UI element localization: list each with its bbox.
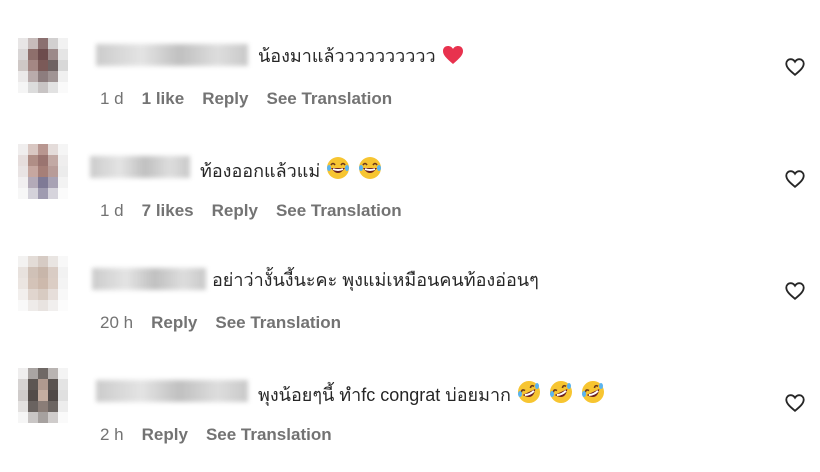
- avatar[interactable]: [18, 38, 68, 104]
- username-blurred[interactable]: [92, 268, 206, 290]
- like-heart-icon[interactable]: [784, 280, 806, 302]
- comment-item: ท้องออกแล้วแม่ 1 d 7 likes Reply See Transl…: [0, 136, 820, 248]
- laughing-face-emoji-icon: [326, 156, 350, 186]
- timestamp: 2 h: [100, 425, 124, 444]
- comment-text: อย่าว่างั้นงี้นะคะ พุงแม่เหมือนคนท้องอ่อ…: [212, 270, 539, 290]
- rolling-laughing-face-emoji-icon: [581, 380, 605, 410]
- comment-text: ท้องออกแล้วแม่: [200, 156, 382, 186]
- see-translation-button[interactable]: See Translation: [276, 200, 402, 222]
- timestamp: 1 d: [100, 89, 124, 108]
- see-translation-button[interactable]: See Translation: [266, 88, 392, 110]
- see-translation-button[interactable]: See Translation: [215, 312, 341, 334]
- comment-meta: 1 d 1 like Reply See Translation: [100, 88, 410, 110]
- like-heart-icon[interactable]: [784, 392, 806, 414]
- reply-button[interactable]: Reply: [202, 88, 248, 110]
- likes-count[interactable]: 1 like: [142, 88, 185, 110]
- comment-text: พุงน้อยๆนี้ ทำfc congrat บ่อยมาก: [258, 380, 605, 410]
- reply-button[interactable]: Reply: [142, 424, 188, 446]
- laughing-face-emoji-icon: [358, 156, 382, 186]
- like-heart-icon[interactable]: [784, 168, 806, 190]
- comment-meta: 1 d 7 likes Reply See Translation: [100, 200, 420, 222]
- comment-item: พุงน้อยๆนี้ ทำfc congrat บ่อยมาก 2 h Repl…: [0, 360, 820, 472]
- username-blurred[interactable]: [96, 44, 248, 66]
- username-blurred[interactable]: [90, 156, 190, 178]
- avatar[interactable]: [18, 144, 68, 210]
- red-heart-emoji-icon: [442, 45, 464, 71]
- likes-count[interactable]: 7 likes: [142, 200, 194, 222]
- avatar[interactable]: [18, 256, 68, 322]
- avatar[interactable]: [18, 368, 68, 434]
- timestamp: 20 h: [100, 313, 134, 332]
- comment-item: อย่าว่างั้นงี้นะคะ พุงแม่เหมือนคนท้องอ่อ…: [0, 248, 820, 360]
- reply-button[interactable]: Reply: [151, 312, 197, 334]
- comment-item: น้องมาแล้วววววววววว 1 d 1 like Reply See Tr…: [0, 24, 820, 136]
- like-heart-icon[interactable]: [784, 56, 806, 78]
- reply-button[interactable]: Reply: [212, 200, 258, 222]
- comment-meta: 20 h Reply See Translation: [100, 312, 359, 334]
- comment-meta: 2 h Reply See Translation: [100, 424, 350, 446]
- timestamp: 1 d: [100, 201, 124, 220]
- comment-text: น้องมาแล้วววววววววว: [258, 44, 464, 71]
- rolling-laughing-face-emoji-icon: [549, 380, 573, 410]
- username-blurred[interactable]: [96, 380, 248, 402]
- see-translation-button[interactable]: See Translation: [206, 424, 332, 446]
- rolling-laughing-face-emoji-icon: [517, 380, 541, 410]
